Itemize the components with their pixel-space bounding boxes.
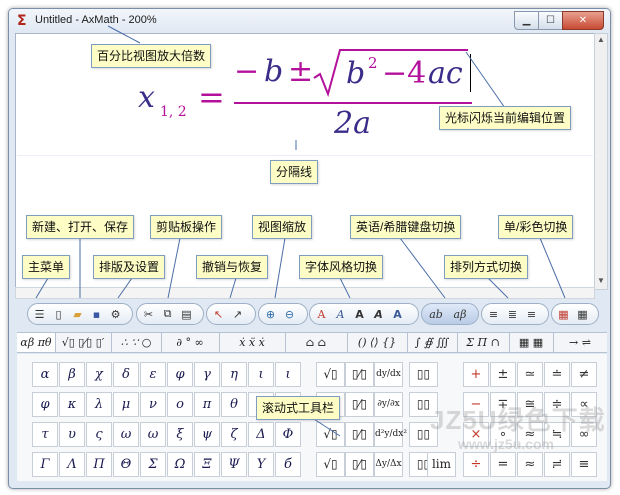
callout-mono-color: 单/彩色切换 [498, 215, 574, 239]
callout-new-open-save: 新建、打开、保存 [26, 215, 135, 239]
callout-leaders [35, 25, 566, 437]
callout-layout-settings: 排版及设置 [93, 255, 166, 279]
callout-separator: 分隔线 [270, 160, 319, 184]
callout-scroll-toolbar: 滚动式工具栏 [256, 396, 341, 420]
callout-undo-redo: 撤销与恢复 [196, 255, 269, 279]
callout-align: 排列方式切换 [444, 255, 529, 279]
callout-cursor-position: 光标闪烁当前编辑位置 [439, 106, 572, 130]
callout-clipboard: 剪贴板操作 [150, 215, 223, 239]
callout-en-greek: 英语/希腊键盘切换 [350, 215, 462, 239]
callout-zoom-view: 百分比视图放大倍数 [91, 44, 212, 68]
callout-main-menu: 主菜单 [22, 255, 71, 279]
callout-font-style: 字体风格切换 [299, 255, 384, 279]
callout-view-zoom: 视图缩放 [252, 215, 313, 239]
